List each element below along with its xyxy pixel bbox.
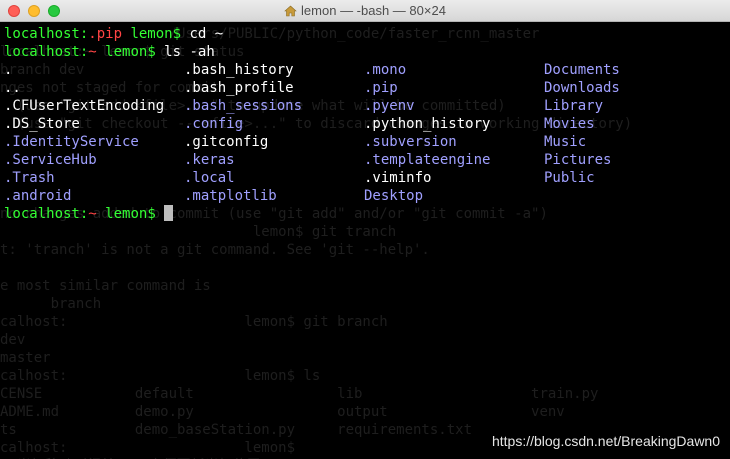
ghost-line: calhost: lemon$ ls (0, 368, 321, 384)
ls-entry: .matplotlib (184, 188, 277, 204)
ghost-line: calhost: lemon$ (0, 440, 304, 456)
ls-entry: .pip (364, 80, 398, 96)
ghost-line: master (0, 350, 51, 366)
ls-row: .CFUserTextEncoding .bash_sessions .pyenv L… (4, 97, 603, 115)
command-text: ls -ah (155, 44, 215, 60)
ls-row: .. .bash_profile .pip Downloads (4, 79, 620, 97)
ls-entry: .gitconfig (184, 134, 269, 150)
ls-row: .IdentityService .gitconfig .subversion Mus… (4, 133, 586, 151)
ls-entry: Downloads (544, 80, 620, 96)
terminal-content[interactable]: /Users/PUBLIC/python_code/faster_rcnn_ma… (0, 22, 730, 459)
watermark: https://blog.csdn.net/BreakingDawn0 (491, 433, 720, 449)
ls-row: .Trash .local .viminfo Public (4, 169, 595, 187)
prompt-host: localhost: (4, 206, 89, 222)
ls-entry: .pyenv (364, 98, 415, 114)
ls-entry: Music (544, 134, 587, 150)
ls-row: .android .matplotlib Desktop (4, 187, 423, 205)
prompt-user: lemon$ (105, 44, 156, 60)
ls-entry: .ServiceHub (4, 152, 97, 168)
title-bar[interactable]: lemon — -bash — 80×24 (0, 0, 730, 22)
prompt-user: lemon$ (105, 206, 156, 222)
ls-entry: Movies (544, 116, 595, 132)
command-text: cd ~ (181, 26, 224, 42)
terminal-line-cd: localhost:.pip lemon$ cd ~ (4, 25, 223, 43)
ls-entry: .subversion (364, 134, 457, 150)
ls-entry: .IdentityService (4, 134, 139, 150)
ls-entry: .templateengine (364, 152, 491, 168)
ghost-line: lemon$ git tranch (0, 224, 397, 240)
ls-row: .ServiceHub .keras .templateengine Pictures (4, 151, 611, 169)
window-title-area: lemon — -bash — 80×24 (0, 3, 730, 20)
ghost-line: calhost: lemon$ git branch (0, 314, 388, 330)
ls-entry: Documents (544, 62, 620, 78)
prompt-dir: ~ (88, 206, 97, 222)
text-cursor (164, 205, 174, 221)
ls-entry: . (4, 62, 13, 78)
ls-entry: .config (184, 116, 244, 132)
ls-entry: Desktop (364, 188, 424, 204)
prompt-user: lemon$ (130, 26, 182, 42)
prompt-dir: ~ (88, 44, 97, 60)
ls-entry: .. (4, 80, 21, 96)
ls-entry: Pictures (544, 152, 612, 168)
ghost-line: dev (0, 332, 26, 348)
ls-entry: .android (4, 188, 72, 204)
ghost-line: ADME.md demo.py output venv (0, 404, 565, 420)
ls-entry: Public (544, 170, 595, 186)
terminal-line-ls: localhost:~ lemon$ ls -ah (4, 43, 223, 61)
ghost-line: CENSE default lib train.py (0, 386, 599, 402)
ls-row: . .bash_history .mono Documents (4, 61, 620, 79)
prompt-host: localhost: (4, 26, 89, 42)
ls-entry: .DS_Store (4, 116, 80, 132)
ls-entry: .bash_profile (184, 80, 294, 96)
ghost-line: ts demo_baseStation.py requirements.txt (0, 422, 473, 438)
prompt-host: localhost: (4, 44, 89, 60)
ls-entry: .viminfo (364, 170, 432, 186)
ls-output: . .bash_history .mono Documents.. .bash_prof… (4, 61, 620, 205)
prompt-dir: .pip (88, 26, 123, 42)
ghost-line: t: 'tranch' is not a git command. See 'g… (0, 242, 430, 258)
ls-entry: .keras (184, 152, 235, 168)
ls-entry: Library (544, 98, 604, 114)
ls-entry: .local (184, 170, 235, 186)
ls-entry: .bash_history (184, 62, 294, 78)
ls-entry: .python_history (364, 116, 491, 132)
ls-entry: .CFUserTextEncoding (4, 98, 165, 114)
window-title: lemon — -bash — 80×24 (301, 3, 446, 18)
ghost-line: e most similar command is (0, 278, 211, 294)
ls-entry: .Trash (4, 170, 55, 186)
ls-entry: .mono (364, 62, 407, 78)
ghost-line: branch (0, 296, 102, 312)
home-icon (284, 5, 297, 20)
ls-row: .DS_Store .config .python_history Movies (4, 115, 595, 133)
ls-entry: .bash_sessions (184, 98, 303, 114)
terminal-line-prompt: localhost:~ lemon$ (4, 205, 223, 223)
terminal-lines: localhost:.pip lemon$ cd ~ localhost:~ l… (4, 25, 620, 223)
terminal-window: lemon — -bash — 80×24 /Users/PUBLIC/pyth… (0, 0, 730, 459)
